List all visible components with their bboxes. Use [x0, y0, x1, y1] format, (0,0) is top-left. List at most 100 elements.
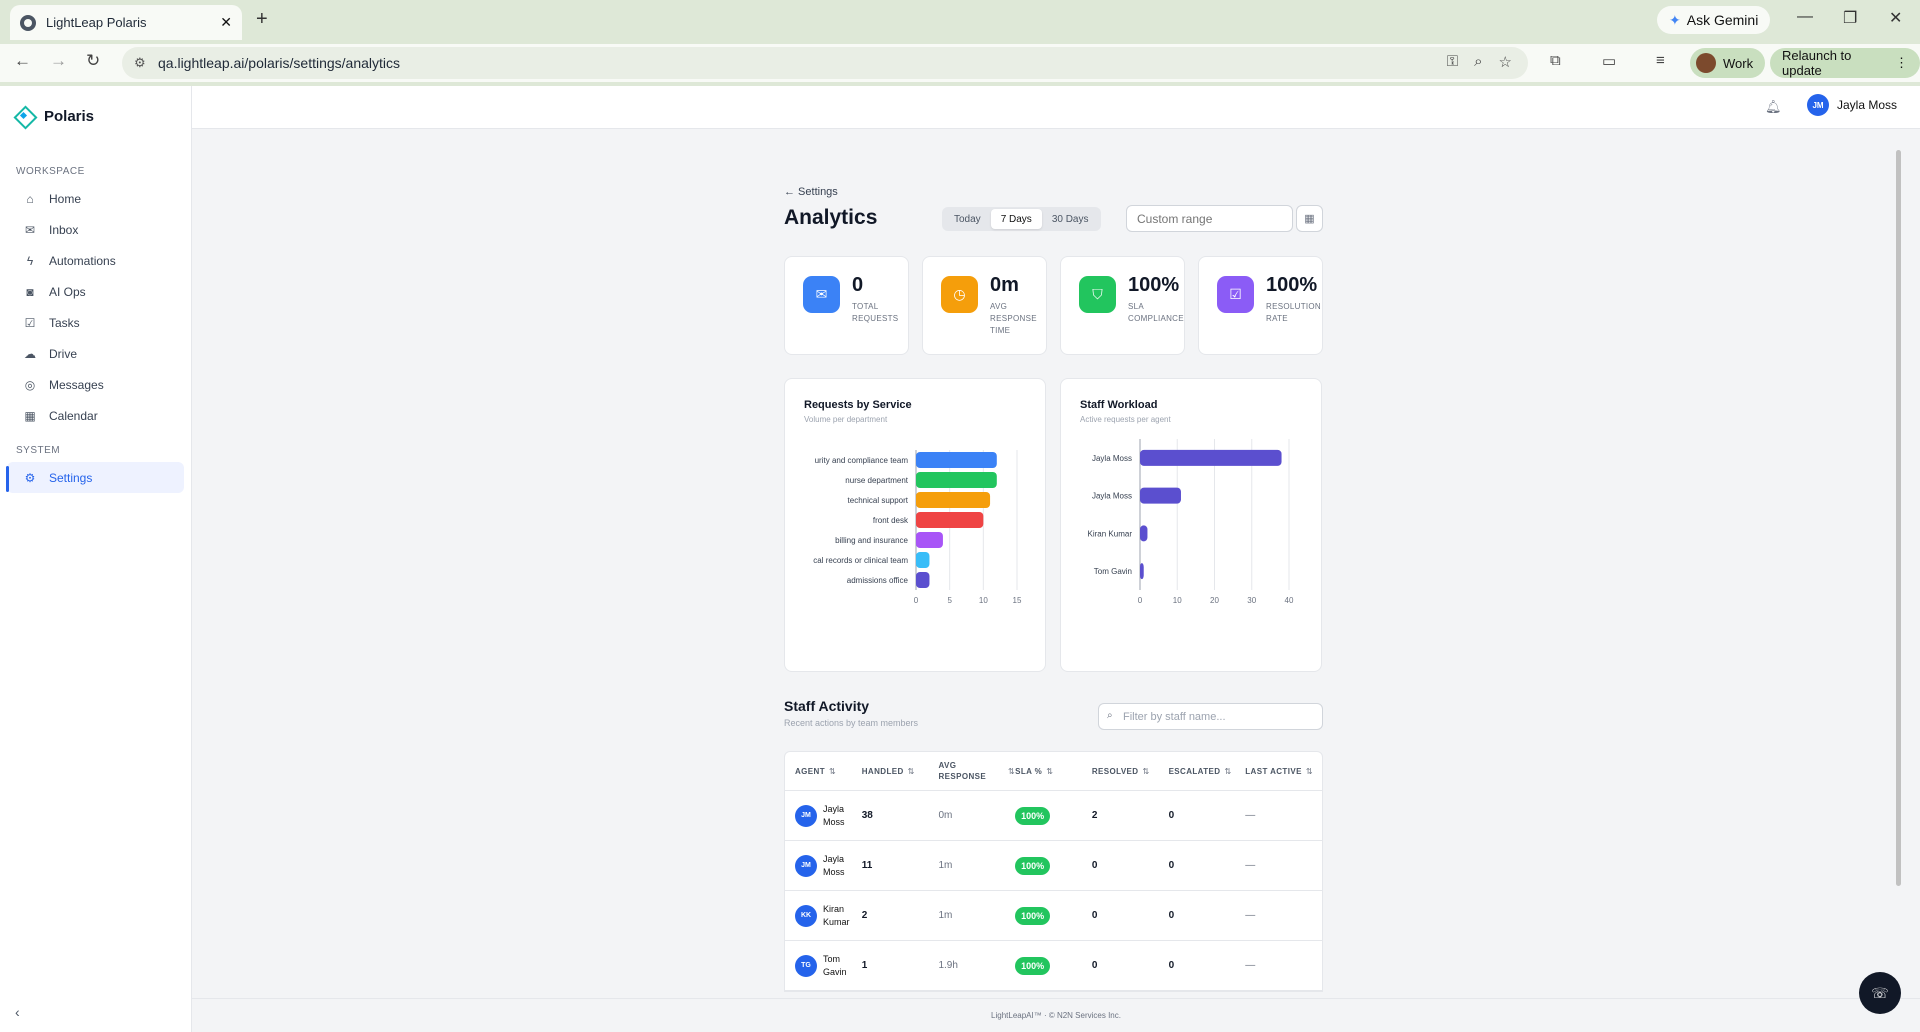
page-scrollbar[interactable] [1896, 150, 1901, 886]
sidebar-item-drive[interactable]: ☁ Drive [7, 338, 184, 369]
zoom-icon[interactable]: ⌕ [1474, 53, 1482, 71]
profile-button[interactable]: Work [1690, 48, 1766, 78]
media-icon[interactable]: ≡ [1656, 52, 1665, 69]
bar[interactable] [916, 472, 997, 488]
forward-icon[interactable]: → [50, 51, 67, 71]
table-row[interactable]: JM Jayla Moss 38 0m 100% 2 0 — [785, 791, 1322, 841]
column-header-label: SLA % [1015, 766, 1043, 776]
sidebar-item-inbox[interactable]: ✉ Inbox [7, 214, 184, 245]
bell-icon[interactable]: 🔔︎ [1765, 99, 1782, 115]
calendar-picker-button[interactable]: ▦ [1296, 205, 1323, 232]
bar[interactable] [916, 552, 930, 568]
escalated-cell: 0 [1169, 860, 1246, 871]
column-header-agent[interactable]: AGENT ⇅ [785, 752, 862, 790]
column-header-sla-[interactable]: SLA % ⇅ [1015, 752, 1092, 790]
ask-gemini-button[interactable]: ✦ Ask Gemini [1657, 6, 1771, 34]
custom-range-input[interactable] [1126, 205, 1293, 232]
sort-icon[interactable]: ⇅ [829, 766, 836, 777]
bar[interactable] [916, 512, 984, 528]
range-30-days[interactable]: 30 Days [1042, 209, 1099, 229]
minimize-icon[interactable]: — [1797, 8, 1813, 26]
bar[interactable] [916, 452, 997, 468]
browser-tab[interactable]: LightLeap Polaris ✕ [10, 5, 242, 40]
extensions-icon[interactable]: ⧉ [1550, 52, 1561, 69]
range-7-days[interactable]: 7 Days [990, 209, 1042, 229]
table-row[interactable]: KK Kiran Kumar 2 1m 100% 0 0 — [785, 891, 1322, 941]
sla-cell: 100% [1015, 806, 1092, 825]
relaunch-button[interactable]: Relaunch to update ⋮ [1770, 48, 1920, 78]
kpi-label: RESOLUTION RATE [1266, 302, 1322, 323]
user-menu[interactable]: JM Jayla Moss [1807, 94, 1897, 116]
bar[interactable] [916, 572, 930, 588]
reload-icon[interactable]: ↻ [86, 51, 100, 71]
collapse-sidebar-icon[interactable]: ‹ [15, 1004, 20, 1020]
column-header-label: RESOLVED [1091, 766, 1139, 776]
table-row[interactable]: JM Jayla Moss 11 1m 100% 0 0 — [785, 841, 1322, 891]
staff-activity-subtitle: Recent actions by team members [784, 718, 919, 728]
breadcrumb[interactable]: ← Settings [784, 186, 838, 198]
tab-search-icon[interactable]: ▭ [1602, 52, 1616, 70]
sidebar-item-label: AI Ops [49, 284, 86, 299]
table-row[interactable]: TG Tom Gavin 1 1.9h 100% 0 0 — [785, 941, 1322, 991]
cloud-icon: ☁ [24, 346, 36, 361]
sort-icon[interactable]: ⇅ [1046, 766, 1053, 777]
bar[interactable] [916, 532, 943, 548]
range-today[interactable]: Today [944, 209, 991, 229]
close-window-icon[interactable]: ✕ [1889, 8, 1902, 28]
filter-placeholder: Filter by staff name... [1123, 710, 1226, 723]
new-tab-icon[interactable]: + [256, 8, 268, 31]
sidebar-item-tasks[interactable]: ☑ Tasks [7, 307, 184, 338]
bar[interactable] [1140, 525, 1148, 542]
back-icon[interactable]: ← [14, 51, 31, 71]
sidebar-item-calendar[interactable]: ▦ Calendar [7, 400, 184, 431]
agent-cell: JM Jayla Moss [785, 803, 862, 829]
sort-icon[interactable]: ⇅ [1224, 766, 1231, 777]
brand[interactable]: Polaris [0, 86, 191, 146]
avatar: JM [795, 804, 817, 827]
message-icon: ◎ [24, 377, 36, 392]
site-info-icon[interactable]: ⚙ [134, 55, 146, 71]
resolved-value: 2 [1091, 810, 1098, 821]
category-label: admissions office [847, 576, 909, 585]
url-text: qa.lightleap.ai/polaris/settings/analyti… [158, 55, 401, 71]
sidebar-item-label: Messages [49, 377, 104, 392]
bar[interactable] [1140, 449, 1282, 466]
address-bar[interactable]: ⚙ qa.lightleap.ai/polaris/settings/analy… [122, 47, 1528, 79]
sidebar-item-ai-ops[interactable]: ◙ AI Ops [7, 276, 184, 307]
sidebar-item-messages[interactable]: ◎ Messages [7, 369, 184, 400]
close-tab-icon[interactable]: ✕ [220, 14, 232, 31]
password-key-icon[interactable]: ⚿ [1447, 53, 1458, 71]
sidebar-item-home[interactable]: ⌂ Home [7, 183, 184, 214]
kpi-label: SLA COMPLIANCE [1128, 302, 1184, 323]
sort-icon[interactable]: ⇅ [1008, 766, 1015, 777]
calendar-icon: ▦ [24, 408, 36, 423]
tab-title: LightLeap Polaris [46, 15, 147, 30]
category-label: nurse department [845, 476, 908, 485]
avg-cell: 1m [938, 860, 1015, 871]
agent-name: Jayla Moss [823, 853, 845, 877]
sort-icon[interactable]: ⇅ [908, 766, 915, 777]
sidebar-item-automations[interactable]: ϟ Automations [7, 245, 184, 276]
avatar: KK [795, 904, 817, 927]
column-header-escalated[interactable]: ESCALATED ⇅ [1169, 752, 1246, 790]
restore-icon[interactable]: ❐ [1843, 8, 1857, 28]
sort-icon[interactable]: ⇅ [1306, 766, 1313, 777]
staff-filter-field[interactable]: ⌕ Filter by staff name... [1098, 703, 1323, 730]
bookmark-star-icon[interactable]: ☆ [1499, 53, 1512, 71]
sort-icon[interactable]: ⇅ [1142, 766, 1149, 777]
resolved-value: 0 [1091, 910, 1098, 921]
column-header-resolved[interactable]: RESOLVED ⇅ [1092, 752, 1169, 790]
bar[interactable] [1140, 487, 1181, 504]
calendar-icon: ▦ [1304, 213, 1315, 225]
brand-name: Polaris [44, 107, 95, 125]
escalated-value: 0 [1168, 810, 1175, 821]
footer: LightLeapAI™ · © N2N Services Inc. [192, 998, 1920, 1032]
chat-button[interactable]: ☏ [1859, 972, 1901, 1014]
column-header-handled[interactable]: HANDLED ⇅ [862, 752, 939, 790]
category-label: Jayla Moss [1092, 492, 1132, 501]
sidebar-item-settings[interactable]: ⚙ Settings [7, 462, 184, 493]
bar[interactable] [1140, 563, 1144, 580]
column-header-avg-response[interactable]: AVG RESPONSE ⇅ [938, 752, 1015, 790]
column-header-last-active[interactable]: LAST ACTIVE ⇅ [1245, 752, 1322, 790]
bar[interactable] [916, 492, 991, 508]
